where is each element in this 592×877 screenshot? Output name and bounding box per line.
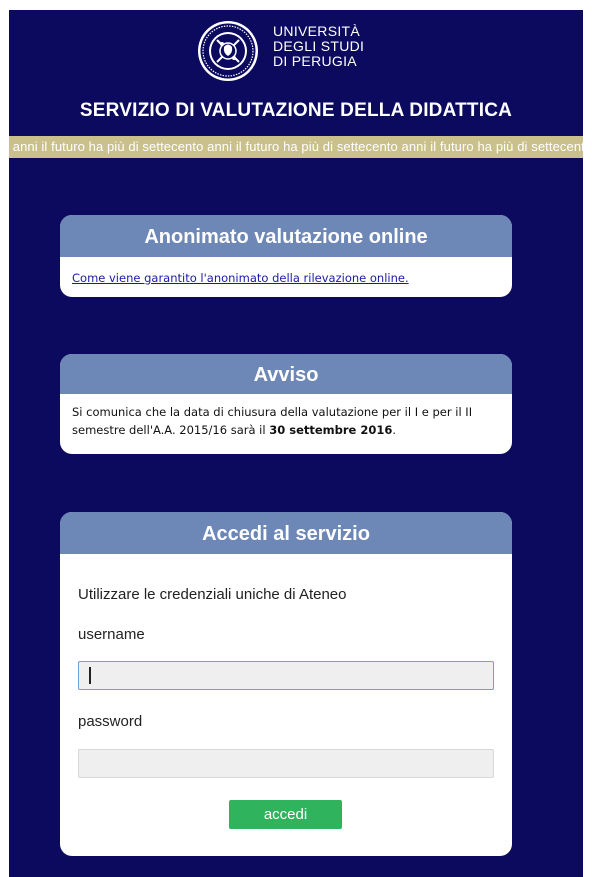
login-card-title: Accedi al servizio	[60, 512, 512, 554]
university-name: UNIVERSITÀ DEGLI STUDI DI PERUGIA	[273, 24, 364, 69]
avviso-message: Si comunica che la data di chiusura dell…	[72, 403, 502, 439]
login-intro: Utilizzare le credenziali uniche di Aten…	[78, 586, 347, 603]
password-label: password	[78, 713, 143, 730]
avviso-text-end: .	[392, 423, 397, 437]
university-line-3: DI PERUGIA	[273, 53, 357, 69]
password-input[interactable]	[78, 749, 494, 778]
service-title: SERVIZIO DI VALUTAZIONE DELLA DIDATTICA	[79, 100, 513, 121]
text-caret	[89, 667, 91, 684]
scrolling-banner-text: ito anni il futuro ha più di settecento …	[9, 139, 583, 154]
anonimato-card-title: Anonimato valutazione online	[60, 215, 512, 257]
university-line-2: DEGLI STUDI	[273, 38, 365, 54]
avviso-card-title: Avviso	[60, 354, 512, 394]
avviso-deadline: 30 settembre 2016	[269, 423, 393, 437]
login-card: Accedi al servizio Utilizzare le credenz…	[60, 512, 512, 856]
university-line-1: UNIVERSITÀ	[273, 23, 361, 39]
scrolling-banner: ito anni il futuro ha più di settecento …	[9, 136, 583, 158]
accedi-button[interactable]: accedi	[229, 800, 342, 829]
username-input[interactable]	[78, 661, 494, 690]
anonimato-info-link[interactable]: Come viene garantito l'anonimato della r…	[72, 271, 409, 285]
avviso-card: Avviso Si comunica che la data di chiusu…	[60, 354, 512, 454]
header: UNIVERSITÀ DEGLI STUDI DI PERUGIA	[9, 10, 583, 90]
university-seal-icon	[198, 21, 258, 81]
anonimato-card: Anonimato valutazione online Come viene …	[60, 215, 512, 297]
username-label: username	[78, 626, 145, 643]
page-background: UNIVERSITÀ DEGLI STUDI DI PERUGIA SERVIZ…	[9, 10, 583, 877]
